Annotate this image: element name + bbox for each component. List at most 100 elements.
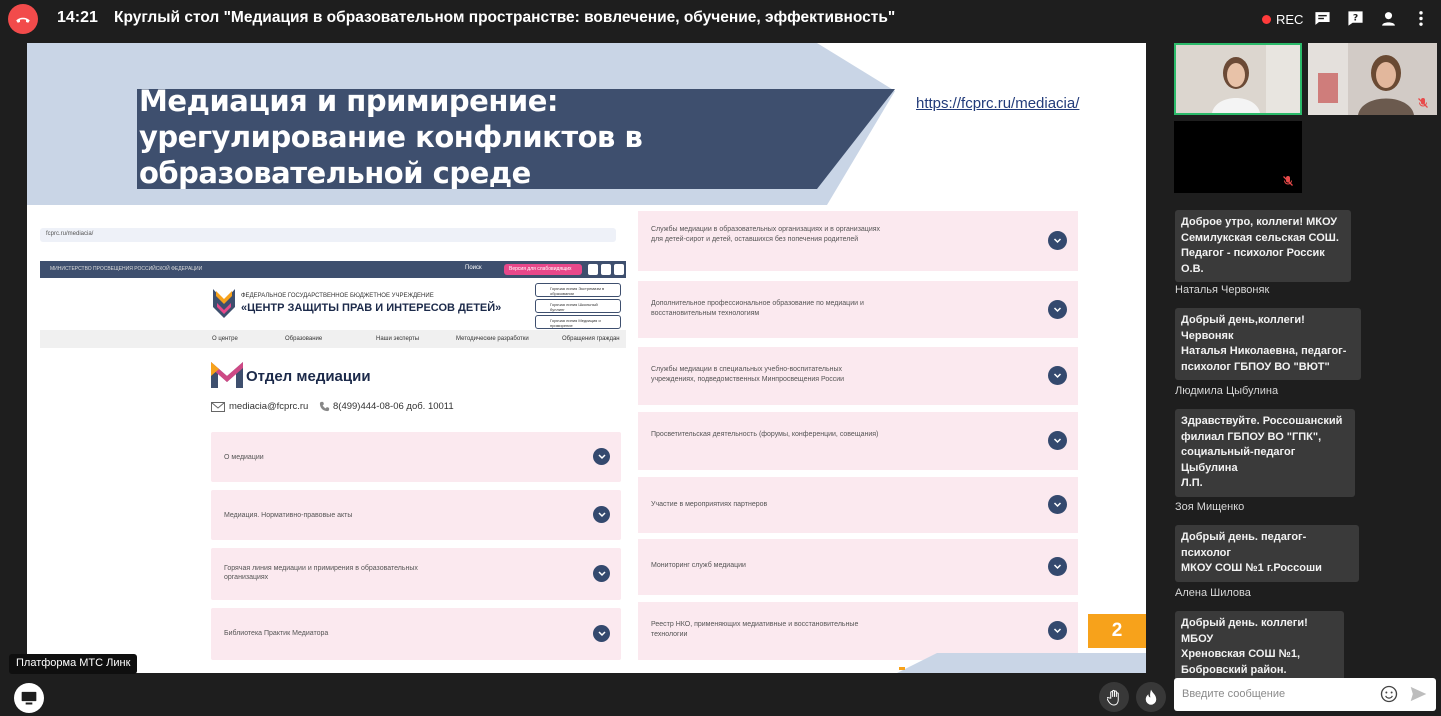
svg-text:?: ? [1352, 12, 1357, 23]
person-icon [1381, 11, 1395, 26]
site-menu: О центре Образование Наши эксперты Метод… [40, 330, 626, 348]
accordion-item-label: Дополнительное профессиональное образова… [651, 300, 864, 317]
more-menu-button[interactable] [1412, 9, 1430, 27]
site-menu-item: Образование [285, 336, 323, 342]
slide-heading-line: образовательной среде [139, 156, 531, 190]
accordion-item-label: Реестр НКО, применяющих медиативные и во… [651, 621, 859, 638]
site-menu-item: Наши эксперты [376, 336, 420, 342]
site-menu-item: О центре [212, 336, 238, 342]
chat-author: Алена Шилова [1175, 587, 1251, 599]
chat-message-line: Бобровский район. [1181, 663, 1287, 676]
accordion-item-label: Просветительская деятельность (форумы, к… [651, 431, 879, 438]
emoji-icon[interactable] [1380, 685, 1398, 703]
chat-message: Здравствуйте. Россошанский филиал ГБПОУ … [1175, 409, 1355, 497]
accordion-item: Службы медиации в образовательных органи… [638, 211, 1078, 271]
site-phone: 8(499)444-08-06 доб. 10011 [333, 401, 454, 412]
questions-button[interactable]: ? [1346, 9, 1364, 27]
phone-hangup-icon [16, 17, 30, 23]
vk-icon [614, 264, 624, 275]
accordion-item-label: Участие в мероприятиях партнеров [651, 501, 768, 508]
chat-input-box [1174, 678, 1436, 711]
rec-label: REC [1276, 12, 1304, 27]
site-hotline: Горячая линия Медиация и примирение [535, 315, 621, 329]
chevron-down-icon [1048, 431, 1067, 450]
chat-message-input[interactable] [1182, 685, 1372, 703]
mediation-logo-icon [211, 362, 243, 388]
accordion-item: Службы медиации в специальных учебно-вос… [638, 347, 1078, 405]
chat-message-line: Семилукская сельская СОШ. [1181, 231, 1339, 244]
chat-message-line: Педагог - психолог Россик О.В. [1181, 247, 1325, 275]
chat-message-line: МКОУ СОШ №1 г.Россоши [1181, 562, 1322, 574]
end-call-button[interactable] [8, 4, 38, 34]
video-tile-participant[interactable] [1174, 121, 1302, 193]
chat-message: Добрый день,коллеги! Червоняк Наталья Ни… [1175, 308, 1361, 380]
platform-label: Платформа МТС Линк [9, 654, 138, 674]
site-nav-ministry: МИНИСТЕРСТВО ПРОСВЕЩЕНИЯ РОССИЙСКОЙ ФЕДЕ… [50, 266, 203, 272]
accordion-item: Мониторинг служб медиации [638, 539, 1078, 595]
accordion-item-label: Медиация. Нормативно-правовые акты [224, 512, 353, 519]
chevron-down-icon [1048, 366, 1067, 385]
kebab-menu-icon [1419, 10, 1423, 26]
accordion-item-label: Службы медиации в образовательных органи… [651, 226, 881, 243]
accordion-item: О медиации [211, 432, 621, 482]
presentation-slide: Медиация и примирение: урегулирование ко… [27, 43, 1146, 673]
raise-hand-button[interactable] [1099, 682, 1129, 712]
site-hotline: Горячая линия Экстремизм в образовании [535, 283, 621, 297]
slide-heading-line: Медиация и примирение: [139, 84, 558, 118]
mail-icon [211, 402, 225, 412]
chat-author: Зоя Мищенко [1175, 501, 1245, 513]
chat-message-line: Добрый день. педагог-психолог [1181, 531, 1307, 559]
chat-icon [1314, 11, 1330, 25]
chevron-down-icon [1048, 557, 1067, 576]
accordion-item: Реестр НКО, применяющих медиативные и во… [638, 602, 1078, 660]
telegram-icon [588, 264, 598, 275]
site-dept-title: Отдел медиации [246, 368, 371, 385]
mic-off-icon [1283, 176, 1293, 186]
screen-share-button[interactable] [14, 683, 44, 713]
accordion-item-label: Библиотека Практик Медиатора [224, 630, 329, 637]
question-icon: ? [1347, 10, 1363, 26]
reactions-button[interactable] [1136, 682, 1166, 712]
chat-toggle-button[interactable] [1313, 9, 1331, 27]
monitor-icon [21, 691, 37, 704]
call-time: 14:21 [57, 9, 98, 26]
video-tile-participant[interactable] [1308, 43, 1437, 115]
accordion-item-label: Горячая линия медиации и примирения в об… [224, 565, 418, 581]
participants-button[interactable] [1379, 9, 1397, 27]
chevron-down-icon [593, 448, 610, 465]
accordion-item-label: Службы медиации в специальных учебно-вос… [651, 366, 845, 383]
chat-message-line: Наталья Николаевна, педагог- [1181, 345, 1347, 357]
top-bar: 14:21 Круглый стол "Медиация в образоват… [0, 0, 1441, 36]
site-hotline: Горячая линия Школьный буллинг [535, 299, 621, 313]
accordion-item: Медиация. Нормативно-правовые акты [211, 490, 621, 540]
ok-icon [601, 264, 611, 275]
accordion-item: Участие в мероприятиях партнеров [638, 477, 1078, 533]
chat-message-line: Хреновская СОШ №1, [1181, 648, 1301, 660]
site-nav-bar: МИНИСТЕРСТВО ПРОСВЕЩЕНИЯ РОССИЙСКОЙ ФЕДЕ… [40, 261, 626, 278]
accordion-item-label: О медиации [224, 454, 264, 461]
chevron-down-icon [593, 565, 610, 582]
video-tile-participant[interactable] [1174, 43, 1302, 115]
chevron-down-icon [1048, 621, 1067, 640]
phone-icon [319, 401, 330, 412]
site-url-bar: fcprc.ru/mediacia/ [40, 228, 616, 242]
accordion-item: Дополнительное профессиональное образова… [638, 281, 1078, 338]
accordion-item: Горячая линия медиации и примирения в об… [211, 548, 621, 600]
site-search: Поиск [465, 265, 482, 271]
accordion-item: Просветительская деятельность (форумы, к… [638, 412, 1078, 470]
site-email: mediacia@fcprc.ru [229, 401, 309, 412]
participant-video [1176, 45, 1300, 113]
chevron-down-icon [593, 506, 610, 523]
chat-message-line: Добрый день,коллеги! Червоняк [1181, 314, 1305, 342]
chat-message-line: социальный-педагог Цыбулина [1181, 446, 1296, 474]
chat-author: Людмила Цыбулина [1175, 385, 1279, 397]
chevron-down-icon [593, 625, 610, 642]
chevron-down-icon [1048, 231, 1067, 250]
chat-message: Добрый день. педагог-психолог МКОУ СОШ №… [1175, 525, 1359, 582]
hand-icon [1106, 689, 1119, 706]
chat-message: Добрый день. коллеги! МБОУ Хреновская СО… [1175, 611, 1344, 683]
send-icon[interactable] [1410, 686, 1427, 702]
slide-link[interactable]: https://fcprc.ru/mediacia/ [916, 95, 1079, 112]
chat-message-line: филиал ГБПОУ ВО "ГПК", [1181, 430, 1322, 443]
recording-indicator: REC [1262, 12, 1303, 27]
